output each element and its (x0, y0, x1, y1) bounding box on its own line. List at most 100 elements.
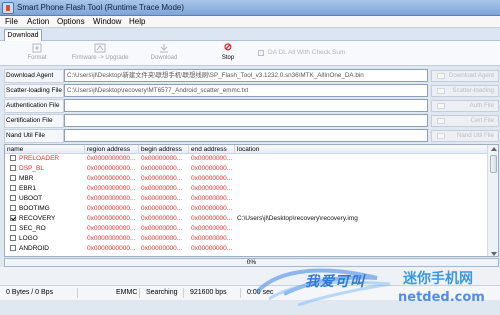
end-address: 0x00000000... (191, 205, 233, 212)
table-row[interactable]: ANDROID 0x0000000000... 0x00000000... 0x000… (5, 244, 489, 253)
table-body: PRELOADER 0x0000000000... 0x00000000... 0x0… (5, 154, 489, 256)
row-checkbox[interactable] (10, 155, 16, 161)
begin-address: 0x00000000... (141, 205, 183, 212)
table-row[interactable]: UBOOT 0x0000000000... 0x00000000... 0x00000… (5, 194, 489, 203)
file-selection-panel: Download Agent C:\Users\jl\Desktop\新建文件夹… (0, 67, 500, 143)
scatter-loading-field[interactable]: C:\Users\jl\Desktop\recovery\MT6577_Andr… (64, 84, 428, 97)
begin-address: 0x00000000... (141, 215, 183, 222)
file-location (237, 224, 489, 233)
menu-bar: File Action Options Window Help (0, 16, 500, 28)
row-checkbox[interactable] (10, 235, 16, 241)
nand-util-file-button[interactable]: Nand Util File (431, 130, 499, 142)
menu-file[interactable]: File (5, 17, 18, 26)
region-address: 0x0000000000... (87, 155, 136, 162)
end-address: 0x00000000... (191, 175, 233, 182)
row-checkbox[interactable] (10, 165, 16, 171)
watermark-logo-text: 我爱可叫 (305, 273, 365, 289)
row-checkbox[interactable] (10, 185, 16, 191)
tab-download[interactable]: Download (4, 29, 42, 41)
scroll-down-icon[interactable] (491, 252, 497, 256)
upgrade-icon (94, 43, 106, 53)
certification-file-label: Certification File (4, 114, 64, 128)
table-row[interactable]: BOOTIMG 0x0000000000... 0x00000000... 0x000… (5, 204, 489, 213)
partition-name: MBR (19, 175, 34, 182)
row-checkbox[interactable] (10, 195, 16, 201)
format-button[interactable]: Format (24, 43, 50, 61)
column-region-address[interactable]: region address (85, 145, 139, 154)
download-button[interactable]: Download (147, 43, 181, 61)
row-checkbox[interactable] (10, 205, 16, 211)
cert-file-button[interactable]: Cert File (431, 115, 499, 127)
download-agent-button[interactable]: Download Agent (431, 70, 499, 82)
authentication-file-field[interactable] (64, 99, 428, 112)
auth-file-button[interactable]: Auth File (431, 100, 499, 112)
end-address: 0x00000000... (191, 245, 233, 252)
da-checksum-checkbox[interactable] (258, 50, 264, 56)
region-address: 0x0000000000... (87, 225, 136, 232)
partition-name: EBR1 (19, 185, 36, 192)
row-checkbox[interactable] (10, 225, 16, 231)
end-address: 0x00000000... (191, 195, 233, 202)
row-checkbox[interactable] (10, 245, 16, 251)
table-row[interactable]: PRELOADER 0x0000000000... 0x00000000... 0x0… (5, 154, 489, 163)
scroll-thumb[interactable] (490, 155, 497, 173)
firmware-upgrade-button[interactable]: Firmware -> Upgrade (67, 43, 133, 61)
begin-address: 0x00000000... (141, 225, 183, 232)
scroll-up-icon[interactable] (491, 147, 497, 151)
region-address: 0x0000000000... (87, 165, 136, 172)
column-begin-address[interactable]: begin address (139, 145, 189, 154)
folder-icon (437, 133, 445, 139)
region-address: 0x0000000000... (87, 235, 136, 242)
end-address: 0x00000000... (191, 225, 233, 232)
partition-name: PRELOADER (19, 155, 60, 162)
connection-status: Searching (142, 288, 184, 298)
menu-options[interactable]: Options (57, 17, 85, 26)
table-row[interactable]: RECOVERY 0x0000000000... 0x00000000... 0x00… (5, 214, 489, 223)
table-row[interactable]: LOGO 0x0000000000... 0x00000000... 0x000000… (5, 234, 489, 243)
table-row[interactable]: SEC_RO 0x0000000000... 0x00000000... 0x0000… (5, 224, 489, 233)
nand-util-file-field[interactable] (64, 129, 428, 142)
download-icon (160, 44, 168, 53)
nand-util-file-label: Nand Util File (4, 129, 64, 143)
begin-address: 0x00000000... (141, 195, 183, 202)
table-scrollbar[interactable] (487, 145, 498, 256)
column-end-address[interactable]: end address (189, 145, 235, 154)
table-row[interactable]: MBR 0x0000000000... 0x00000000... 0x0000000… (5, 174, 489, 183)
end-address: 0x00000000... (191, 215, 233, 222)
row-checkbox[interactable] (10, 175, 16, 181)
partition-name: DSP_BL (19, 165, 44, 172)
certification-file-field[interactable] (64, 114, 428, 127)
begin-address: 0x00000000... (141, 165, 183, 172)
menu-action[interactable]: Action (27, 17, 49, 26)
table-row[interactable]: DSP_BL 0x0000000000... 0x00000000... 0x0000… (5, 164, 489, 173)
watermark-domain: netded.com (398, 290, 485, 305)
end-address: 0x00000000... (191, 185, 233, 192)
toolbar: Format Firmware -> Upgrade Download ⊘ St… (0, 41, 500, 66)
menu-help[interactable]: Help (129, 17, 145, 26)
stop-label: Stop (221, 55, 235, 61)
column-location[interactable]: location (235, 145, 489, 154)
partition-table: name region address begin address end ad… (4, 144, 499, 257)
table-header: name region address begin address end ad… (5, 145, 489, 154)
partition-name: RECOVERY (19, 215, 56, 222)
baud-rate-status: 921600 bps (186, 288, 241, 298)
begin-address: 0x00000000... (141, 155, 183, 162)
app-icon (2, 2, 14, 14)
file-location (237, 204, 489, 213)
end-address: 0x00000000... (191, 235, 233, 242)
firmware-upgrade-label: Firmware -> Upgrade (71, 55, 129, 61)
download-agent-field[interactable]: C:\Users\jl\Desktop\新建文件夹\联想手机\联想线刷\SP_F… (64, 69, 428, 82)
stop-button[interactable]: ⊘ Stop (216, 43, 240, 62)
region-address: 0x0000000000... (87, 245, 136, 252)
window-title: Smart Phone Flash Tool (Runtime Trace Mo… (17, 3, 185, 12)
scatter-loading-button[interactable]: Scatter-loading (431, 85, 499, 97)
partition-name: SEC_RO (19, 225, 46, 232)
region-address: 0x0000000000... (87, 175, 136, 182)
menu-window[interactable]: Window (93, 17, 121, 26)
scatter-loading-label: Scatter-loading File (4, 84, 64, 98)
column-name[interactable]: name (5, 145, 85, 154)
row-checkbox[interactable] (10, 215, 16, 221)
table-row[interactable]: EBR1 0x0000000000... 0x00000000... 0x000000… (5, 184, 489, 193)
format-icon (32, 43, 42, 53)
begin-address: 0x00000000... (141, 185, 183, 192)
